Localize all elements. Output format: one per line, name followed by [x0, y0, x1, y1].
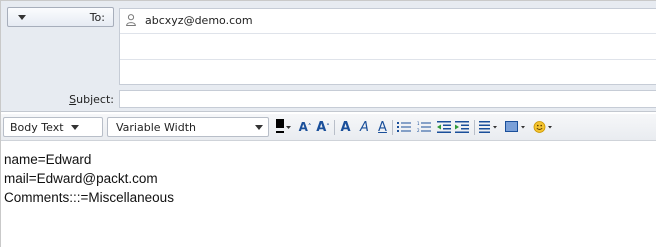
decrease-font-icon: A — [316, 119, 327, 135]
increase-font-size-button[interactable]: A ˄ — [297, 117, 313, 137]
recipient-divider — [120, 33, 656, 34]
decrease-font-size-button[interactable]: A ˄ — [315, 117, 331, 137]
svg-text:2: 2 — [417, 128, 420, 133]
insert-emoji-button[interactable] — [532, 117, 556, 137]
bold-button[interactable]: A — [338, 117, 353, 137]
toolbar-separator — [474, 120, 475, 135]
text-color-button[interactable] — [274, 117, 292, 137]
italic-button[interactable]: A — [357, 117, 372, 137]
text-color-icon — [276, 119, 291, 133]
message-body[interactable]: name=Edward mail=Edward@packt.com Commen… — [1, 142, 656, 247]
body-line: mail=Edward@packt.com — [4, 171, 158, 186]
person-icon — [126, 14, 136, 26]
font-value: Variable Width — [116, 120, 196, 134]
font-select[interactable]: Variable Width — [107, 117, 269, 137]
underline-button[interactable]: A — [375, 117, 390, 137]
increase-font-icon: A — [298, 120, 308, 134]
image-icon — [505, 121, 525, 132]
numbered-list-icon: 1 2 — [417, 121, 431, 133]
dropdown-arrow-icon — [70, 124, 79, 130]
indent-icon — [455, 121, 469, 133]
to-label: To: — [89, 10, 105, 24]
increase-indent-button[interactable] — [454, 117, 470, 137]
paragraph-style-value: Body Text — [10, 120, 64, 134]
recipient-address: abcxyz@demo.com — [145, 13, 253, 27]
bullet-list-icon — [397, 122, 411, 132]
dropdown-arrow-icon — [18, 14, 26, 20]
address-header: To: abcxyz@demo.com Subject: — [1, 1, 656, 112]
body-line: Comments:::=Miscellaneous — [4, 190, 174, 205]
subject-input[interactable] — [119, 90, 656, 108]
recipient-row[interactable]: abcxyz@demo.com — [126, 12, 253, 28]
compose-window: To: abcxyz@demo.com Subject: Body Text V… — [0, 0, 656, 247]
numbered-list-button[interactable]: 1 2 — [416, 117, 432, 137]
toolbar-separator — [392, 120, 393, 135]
align-icon — [479, 121, 497, 133]
to-button[interactable]: To: — [7, 7, 114, 27]
recipient-list[interactable]: abcxyz@demo.com — [119, 8, 656, 85]
svg-text:1: 1 — [417, 121, 420, 126]
body-line: name=Edward — [4, 152, 92, 167]
decrease-indent-button[interactable] — [436, 117, 452, 137]
subject-label: Subject: — [69, 93, 114, 106]
recipient-divider — [120, 59, 656, 60]
smiley-icon — [533, 121, 552, 133]
paragraph-style-select[interactable]: Body Text — [3, 117, 103, 137]
insert-image-button[interactable] — [504, 117, 528, 137]
dropdown-arrow-icon — [255, 124, 263, 130]
toolbar-separator — [334, 120, 335, 135]
bullet-list-button[interactable] — [396, 117, 412, 137]
outdent-icon — [437, 121, 451, 133]
formatting-toolbar: Body Text Variable Width A ˄ A ˄ A A A 1… — [1, 114, 656, 141]
text-align-button[interactable] — [478, 117, 500, 137]
